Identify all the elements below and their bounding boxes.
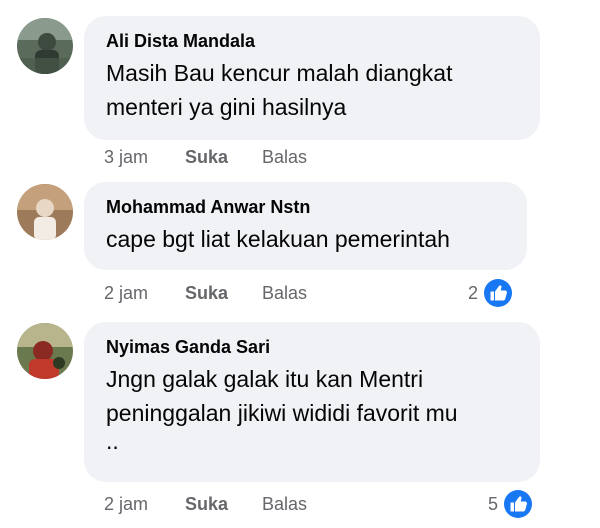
comment: Nyimas Ganda Sari Jngn galak galak itu k… [0, 0, 600, 528]
comment-time[interactable]: 2 jam [104, 494, 148, 515]
like-button[interactable]: Suka [185, 494, 228, 515]
reply-button[interactable]: Balas [262, 494, 307, 515]
comment-text-line: peninggalan jikiwi wididi favorit mu [106, 400, 458, 426]
avatar[interactable] [17, 323, 73, 379]
comment-text-line: Jngn galak galak itu kan Mentri [106, 366, 424, 392]
comment-text: Jngn galak galak itu kan Mentri peningga… [106, 362, 522, 454]
like-reaction-icon [502, 488, 535, 520]
comment-text-line: .. [106, 428, 119, 454]
comment-author[interactable]: Nyimas Ganda Sari [106, 336, 522, 358]
reaction-summary[interactable]: 5 [488, 487, 535, 521]
comment-bubble: Nyimas Ganda Sari Jngn galak galak itu k… [84, 322, 540, 482]
reaction-count: 5 [488, 493, 499, 514]
avatar-photo-icon [17, 323, 73, 379]
